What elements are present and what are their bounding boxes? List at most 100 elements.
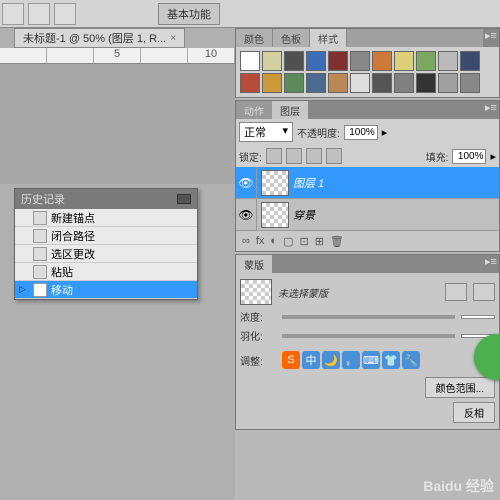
ime-icon[interactable]: ⌨ [362,351,380,369]
ime-icon[interactable]: 中 [302,351,320,369]
style-swatch[interactable] [306,51,326,71]
layer-action-icon[interactable]: fx [256,235,265,247]
layer-thumbnail[interactable] [261,170,289,196]
tool-button[interactable] [2,3,24,25]
history-item-label: 闭合路径 [51,228,95,244]
style-swatch[interactable] [460,73,480,93]
layer-thumbnail[interactable] [261,202,289,228]
layer-row[interactable]: 👁图层 1 [236,167,499,199]
style-swatch[interactable] [306,73,326,93]
tab-swatches[interactable]: 色板 [273,29,310,47]
style-swatch[interactable] [438,73,458,93]
layer-action-icon[interactable]: ▢ [283,235,293,248]
swatch-grid [236,47,499,97]
workspace-selector[interactable]: 基本功能 [158,3,220,25]
style-swatch[interactable] [460,51,480,71]
style-swatch[interactable] [262,51,282,71]
style-swatch[interactable] [372,51,392,71]
fill-input[interactable]: 100% [452,149,486,164]
history-item[interactable]: 新建锚点 [15,209,197,227]
document-tabs: 未标题-1 @ 50% (图层 1, R... × [14,28,185,48]
style-swatch[interactable] [438,51,458,71]
opacity-input[interactable]: 100% [344,125,378,140]
density-input[interactable] [461,315,495,319]
style-swatch[interactable] [328,51,348,71]
layer-tabs: 动作 图层 ▸≡ [236,101,499,119]
horizontal-ruler: 5 10 [0,48,235,64]
panel-menu-icon[interactable]: ▸≡ [483,29,499,47]
history-item[interactable]: 闭合路径 [15,227,197,245]
lock-position-icon[interactable] [306,148,322,164]
layer-action-icon[interactable]: ⊡ [299,235,308,248]
fill-label: 填充: [426,149,449,164]
tab-styles[interactable]: 样式 [310,29,347,47]
canvas-area[interactable] [0,64,235,184]
invert-button[interactable]: 反相 [453,402,495,423]
density-slider[interactable] [282,315,455,319]
color-range-button[interactable]: 颜色范围... [425,377,495,398]
style-swatch[interactable] [416,73,436,93]
layer-action-icon[interactable]: 🗑 [330,235,344,248]
style-swatch[interactable] [328,73,348,93]
collapse-icon[interactable] [177,194,191,204]
style-swatch[interactable] [240,73,260,93]
style-swatch[interactable] [350,73,370,93]
ime-icon[interactable]: S [282,351,300,369]
style-swatch[interactable] [284,73,304,93]
style-swatch[interactable] [372,73,392,93]
panel-header[interactable]: 历史记录 [15,189,197,209]
lock-transparent-icon[interactable] [266,148,282,164]
mask-thumbnail[interactable] [240,279,272,305]
ime-icon[interactable]: ， [342,351,360,369]
feather-slider[interactable] [282,334,455,338]
style-swatch[interactable] [262,73,282,93]
opacity-label: 不透明度: [297,125,340,140]
document-tab-title: 未标题-1 @ 50% (图层 1, R... [23,30,166,46]
close-icon[interactable]: × [170,33,176,44]
style-swatch[interactable] [240,51,260,71]
history-item[interactable]: 粘贴 [15,263,197,281]
panel-title: 历史记录 [21,191,65,207]
layer-action-icon[interactable]: ⊞ [315,235,324,248]
tab-color[interactable]: 颜色 [236,29,273,47]
vector-mask-button[interactable] [473,283,495,301]
layer-action-icon[interactable]: ∞ [242,235,250,247]
history-item[interactable]: ▷移动 [15,281,197,299]
ime-icon[interactable]: 🌙 [322,351,340,369]
ime-icon[interactable]: 🔧 [402,351,420,369]
visibility-eye-icon[interactable]: 👁 [236,176,256,190]
history-panel: 历史记录 新建锚点闭合路径选区更改粘贴▷移动 [14,188,198,300]
style-swatch[interactable] [416,51,436,71]
style-swatch[interactable] [394,51,414,71]
document-tab[interactable]: 未标题-1 @ 50% (图层 1, R... × [14,28,185,48]
history-item-label: 移动 [51,282,73,298]
panel-menu-icon[interactable]: ▸≡ [483,101,499,119]
layer-footer: ∞ fx ◐ ▢ ⊡ ⊞ 🗑 [236,231,499,251]
visibility-eye-icon[interactable]: 👁 [236,208,256,222]
chevron-icon[interactable]: ▸ [382,126,388,139]
style-swatch[interactable] [350,51,370,71]
layer-action-icon[interactable]: ◐ [270,235,277,247]
history-item[interactable]: 选区更改 [15,245,197,263]
pixel-mask-button[interactable] [445,283,467,301]
tab-actions[interactable]: 动作 [236,101,272,119]
feather-label: 羽化: [240,328,276,343]
mask-panel: 蒙版 ▸≡ 未选择蒙版 浓度: 羽化: 调整: [235,254,500,430]
watermark: Baidu 经验 [423,476,494,496]
styles-panel: 颜色 色板 样式 ▸≡ [235,28,500,98]
tab-layers[interactable]: 图层 [272,101,308,119]
tool-button[interactable] [54,3,76,25]
style-swatch[interactable] [394,73,414,93]
tab-mask[interactable]: 蒙版 [236,255,272,273]
lock-all-icon[interactable] [326,148,342,164]
tool-button[interactable] [28,3,50,25]
style-swatch[interactable] [284,51,304,71]
ruler-tick [0,48,47,63]
chevron-icon[interactable]: ▸ [490,150,496,163]
lock-pixels-icon[interactable] [286,148,302,164]
ruler-tick [47,48,94,63]
blend-mode-dropdown[interactable]: 正常▾ [239,122,293,142]
layer-row[interactable]: 👁穿景 [236,199,499,231]
ime-icon[interactable]: 👕 [382,351,400,369]
panel-menu-icon[interactable]: ▸≡ [483,255,499,273]
